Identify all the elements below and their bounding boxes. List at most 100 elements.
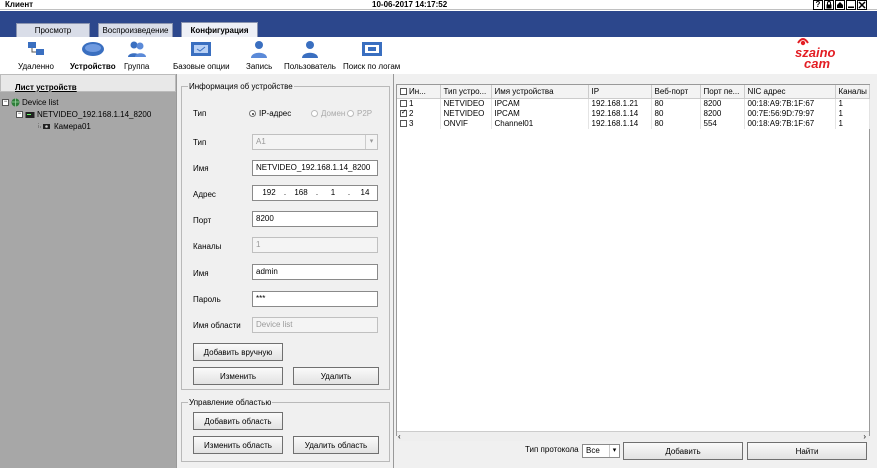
column-header-name[interactable]: Имя устройства xyxy=(491,85,589,99)
select-all-checkbox[interactable] xyxy=(400,88,407,96)
toolbar-group[interactable]: Группа xyxy=(124,40,149,71)
toolbar-basic-options-label: Базовые опции xyxy=(173,62,230,71)
ip-octet-2: 168 xyxy=(294,188,308,197)
protocol-type-select[interactable]: Все ▾ xyxy=(582,444,620,458)
radio-p2p[interactable]: P2P xyxy=(347,109,372,118)
tab-view[interactable]: Просмотр xyxy=(16,23,90,37)
area-name-label: Имя области xyxy=(193,321,241,330)
table-row[interactable]: 3 ONVIF Channel01 192.168.1.14 80 554 00… xyxy=(397,118,870,129)
column-header-type[interactable]: Тип устро... xyxy=(440,85,492,99)
row-checkbox[interactable] xyxy=(400,109,407,118)
edit-area-button[interactable]: Изменить область xyxy=(193,436,283,454)
add-manual-button[interactable]: Добавить вручную xyxy=(193,343,283,361)
column-header-ip[interactable]: IP xyxy=(588,85,652,99)
radio-p2p-dot[interactable] xyxy=(347,110,354,117)
collapse-icon[interactable]: − xyxy=(2,99,9,106)
close-icon[interactable] xyxy=(857,0,867,10)
column-header-index[interactable]: Ин... xyxy=(397,85,441,99)
area-management-group: Управление областью Добавить область Изм… xyxy=(181,398,390,462)
toolbar-record[interactable]: Запись xyxy=(246,40,272,71)
column-header-port[interactable]: Порт пе... xyxy=(700,85,745,99)
channels-field[interactable]: 1 xyxy=(252,237,378,253)
restore-icon[interactable] xyxy=(835,0,845,10)
title-bar: Клиент 10-06-2017 14:17:52 ? xyxy=(0,0,877,10)
device-type-label: Тип xyxy=(193,138,207,147)
config-toolbar: Удаленно Устройство Группа Базовые опции… xyxy=(0,37,877,74)
radio-ip-dot[interactable] xyxy=(249,110,256,117)
collapse-icon[interactable]: − xyxy=(16,111,23,118)
row-checkbox[interactable] xyxy=(400,99,407,107)
column-header-channels[interactable]: Каналы xyxy=(835,85,870,99)
tree-root-label: Device list xyxy=(22,98,59,107)
radio-domain-dot[interactable] xyxy=(311,110,318,117)
row-nic-cell: 00:18:A9:7B:1F:67 xyxy=(744,118,836,129)
ip-address-field[interactable]: 192 . 168 . 1 . 14 xyxy=(252,185,378,201)
search-devices-button[interactable]: Найти xyxy=(747,442,867,460)
tab-configuration[interactable]: Конфигурация xyxy=(181,22,258,37)
row-ip-cell: 192.168.1.21 xyxy=(588,98,652,109)
toolbar-device-label: Устройство xyxy=(70,62,116,71)
toolbar-log-search[interactable]: Поиск по логам xyxy=(343,40,400,71)
password-field[interactable]: *** xyxy=(252,291,378,307)
table-row[interactable]: 2 NETVIDEO IPCAM 192.168.1.14 80 8200 00… xyxy=(397,108,870,119)
toolbar-basic-options[interactable]: Базовые опции xyxy=(173,40,230,71)
row-web-port-cell: 80 xyxy=(651,108,701,119)
device-tree-panel: − Device list − NETVIDEO_192.168.1.14_82… xyxy=(0,92,176,468)
device-icon xyxy=(81,40,105,58)
port-label: Порт xyxy=(193,216,212,225)
radio-domain[interactable]: Домен xyxy=(311,109,345,118)
lock-icon[interactable] xyxy=(824,0,834,10)
table-row[interactable]: 1 NETVIDEO IPCAM 192.168.1.21 80 8200 00… xyxy=(397,98,870,109)
device-info-group: Информация об устройстве Тип IP-адрес До… xyxy=(181,82,390,390)
delete-device-button[interactable]: Удалить xyxy=(293,367,379,385)
column-header-nic[interactable]: NIC адрес xyxy=(744,85,836,99)
device-type-value: A1 xyxy=(256,137,266,146)
port-field[interactable]: 8200 xyxy=(252,211,378,227)
radio-ip[interactable]: IP-адрес xyxy=(249,109,291,118)
tab-playback[interactable]: Воспроизведение xyxy=(98,23,173,37)
table-header-row: Ин... Тип устро... Имя устройства IP Веб… xyxy=(397,85,870,99)
main-tab-bar: Просмотр Воспроизведение Конфигурация xyxy=(0,11,877,37)
toolbar-device[interactable]: Устройство xyxy=(70,40,116,71)
device-list-tab[interactable]: Лист устройств xyxy=(15,83,77,92)
scroll-left-icon[interactable]: ‹ xyxy=(398,432,401,441)
edit-device-button[interactable]: Изменить xyxy=(193,367,283,385)
row-type-cell: NETVIDEO xyxy=(440,98,492,109)
toolbar-user[interactable]: Пользователь xyxy=(284,40,336,71)
toolbar-remote[interactable]: Удаленно xyxy=(18,40,54,71)
camera-icon xyxy=(38,122,50,129)
row-checkbox[interactable] xyxy=(400,119,407,127)
tree-root-device-list[interactable]: − Device list xyxy=(2,98,58,107)
brand-logo: szaino cam xyxy=(790,37,852,71)
row-name-cell: Channel01 xyxy=(491,118,589,129)
tree-device-netvideo[interactable]: − NETVIDEO_192.168.1.14_8200 xyxy=(16,110,151,119)
add-device-button[interactable]: Добавить xyxy=(623,442,743,460)
type-label: Тип xyxy=(193,109,207,118)
row-name-cell: IPCAM xyxy=(491,98,589,109)
radio-ip-label: IP-адрес xyxy=(259,109,292,118)
area-name-field[interactable]: Device list xyxy=(252,317,378,333)
row-web-port-cell: 80 xyxy=(651,98,701,109)
scroll-right-icon[interactable]: › xyxy=(863,432,866,441)
help-icon[interactable]: ? xyxy=(813,0,823,10)
device-info-panel: Информация об устройстве Тип IP-адрес До… xyxy=(176,74,394,468)
row-index-cell: 3 xyxy=(397,118,441,129)
device-name-field[interactable]: NETVIDEO_192.168.1.14_8200 xyxy=(252,160,378,176)
svg-text:cam: cam xyxy=(804,56,830,71)
tree-camera[interactable]: Камера01 xyxy=(38,122,91,131)
chevron-down-icon[interactable]: ▾ xyxy=(365,135,377,149)
column-header-web-port[interactable]: Веб-порт xyxy=(651,85,701,99)
chevron-down-icon[interactable]: ▾ xyxy=(609,445,619,457)
row-index-cell: 2 xyxy=(397,108,441,119)
device-table-container: Ин... Тип устро... Имя устройства IP Веб… xyxy=(396,84,870,436)
table-horizontal-scrollbar[interactable]: ‹ › xyxy=(397,431,869,441)
delete-area-button[interactable]: Удалить область xyxy=(293,436,379,454)
password-label: Пароль xyxy=(193,295,221,304)
minimize-icon[interactable] xyxy=(846,0,856,10)
radio-domain-label: Домен xyxy=(321,109,346,118)
radio-p2p-label: P2P xyxy=(357,109,373,118)
add-area-button[interactable]: Добавить область xyxy=(193,412,283,430)
toolbar-user-label: Пользователь xyxy=(284,62,336,71)
device-type-select[interactable]: A1 ▾ xyxy=(252,134,378,150)
username-field[interactable]: admin xyxy=(252,264,378,280)
